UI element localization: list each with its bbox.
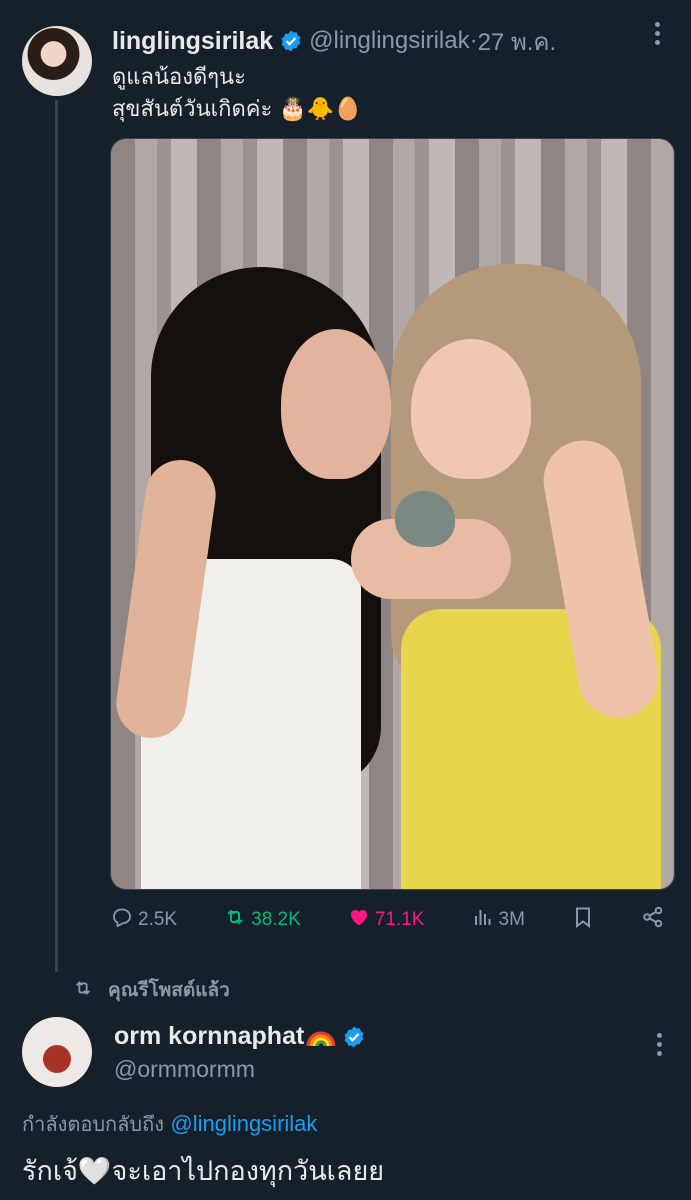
mention-link[interactable]: @linglingsirilak [170,1111,317,1136]
replying-to: กำลังตอบกลับถึง @linglingsirilak [22,1108,317,1140]
more-icon[interactable] [657,1033,663,1056]
verified-badge-icon [342,1025,366,1049]
handle[interactable]: @linglingsirilak [309,27,469,55]
reply-display-name[interactable]: orm kornnaphat [114,1022,304,1051]
like-count: 71.1K [374,909,425,930]
reply-header: orm kornnaphat [114,1022,372,1051]
photo-detail [281,329,391,479]
views-button[interactable]: 3M [471,905,525,935]
tweet-text: ดูแลน้องดีๆนะ สุขสันต์วันเกิดค่ะ 🎂🐥🥚 [112,62,361,126]
replying-to-label: กำลังตอบกลับถึง [22,1112,171,1136]
tweet-text-line2: สุขสันต์วันเกิดค่ะ 🎂🐥🥚 [112,97,362,122]
bookmark-icon [571,905,595,935]
reply-text: รักเจ้🤍จะเอาไปกองทุกวันเลยย [22,1156,385,1187]
photo-detail [395,491,455,547]
separator: · [469,27,478,54]
tweet-date[interactable]: 27 พ.ค. [478,22,557,61]
photo-detail [411,339,531,479]
tweet-header: linglingsirilak @linglingsirilak · 27 พ.… [112,24,671,58]
share-button[interactable] [641,905,665,935]
reply-button[interactable]: 2.5K [110,905,177,935]
views-icon [471,905,495,935]
reply-count: 2.5K [138,909,178,930]
reply-avatar[interactable] [22,1017,92,1087]
avatar[interactable] [22,26,92,96]
repost-icon [72,977,94,1004]
reposted-note: คุณรีโพสต์แล้ว [72,975,230,1005]
repost-icon [223,905,247,935]
reposted-label: คุณรีโพสต์แล้ว [108,979,230,1001]
reply-icon [110,905,134,935]
display-name[interactable]: linglingsirilak [112,27,273,56]
repost-count: 38.2K [251,909,301,930]
reply-handle[interactable]: @ormmormm [114,1056,255,1083]
tweet-actions: 2.5K 38.2K 71.1K 3M [110,900,665,940]
like-icon [347,905,371,935]
more-icon[interactable] [645,22,669,45]
like-button[interactable]: 71.1K [347,905,425,935]
thread-line [55,100,58,972]
tweet-photo[interactable] [110,138,675,890]
repost-button[interactable]: 38.2K [223,905,301,935]
bookmark-button[interactable] [571,905,595,935]
rainbow-icon [306,1026,336,1048]
views-count: 3M [498,909,525,930]
share-icon [641,905,665,935]
verified-badge-icon [279,29,303,53]
tweet-text-line1: ดูแลน้องดีๆนะ [112,65,246,90]
